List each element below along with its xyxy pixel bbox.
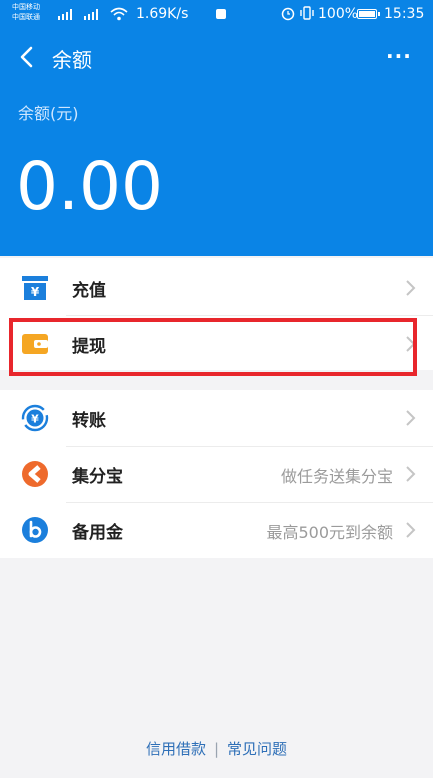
chevron-right-icon [406,466,416,482]
chevron-right-icon [406,522,416,538]
credit-loan-link[interactable]: 信用借款 [146,740,206,758]
balance-amount: 0.00 [16,148,163,225]
menu-item-label: 转账 [72,411,106,431]
footer-links: 信用借款 | 常见问题 [0,738,433,759]
clock: 15:35 [384,6,425,22]
status-bar: 中国移动 中国联通 1.69K/s 100% 15:35 [0,0,433,30]
carrier-1: 中国移动 [12,3,40,11]
menu-item-label: 备用金 [72,523,123,543]
menu-item-beiyongjin[interactable]: 备用金 最高500元到余额 [0,502,433,558]
vibrate-icon [300,6,314,20]
carrier-labels: 中国移动 中国联通 [12,2,40,22]
battery-percent: 100% [318,6,359,22]
back-arrow-icon[interactable] [16,42,40,72]
svg-text:¥: ¥ [31,413,39,426]
battery-icon [357,9,380,19]
svg-text:¥: ¥ [31,285,40,299]
highlight-box [9,318,417,376]
page-title: 余额 [52,48,92,72]
menu-item-jifenbao[interactable]: 集分宝 做任务送集分宝 [0,446,433,502]
beiyongjin-b-icon [22,517,48,543]
faq-link[interactable]: 常见问题 [227,740,287,758]
chevron-right-icon [406,280,416,296]
jifenbao-icon [22,461,48,487]
balance-header: 中国移动 中国联通 1.69K/s 100% 15:35 余额 ··· 余额(元… [0,0,433,256]
menu-group-2: ¥ 转账 集分宝 做任务送集分宝 备用金 最高500元到余额 [0,390,433,558]
signal-2-icon [84,9,98,20]
chevron-right-icon [406,410,416,426]
menu-item-transfer[interactable]: ¥ 转账 [0,390,433,446]
signal-icon [58,9,72,20]
wifi-icon [110,7,128,21]
menu-item-hint: 做任务送集分宝 [280,467,393,486]
menu-item-label: 充值 [72,281,106,301]
footer-separator: | [213,740,220,758]
more-menu-button[interactable]: ··· [386,44,412,68]
alarm-icon [281,7,295,21]
top-up-card-icon: ¥ [22,276,48,300]
menu-item-topup[interactable]: ¥ 充值 [0,260,433,316]
menu-item-label: 集分宝 [72,467,123,487]
net-speed: 1.69K/s [136,6,189,22]
carrier-2: 中国联通 [12,13,40,21]
notification-icon [216,9,226,19]
balance-label: 余额(元) [18,104,79,123]
transfer-yuan-icon: ¥ [21,404,49,432]
menu-item-hint: 最高500元到余额 [266,523,393,542]
